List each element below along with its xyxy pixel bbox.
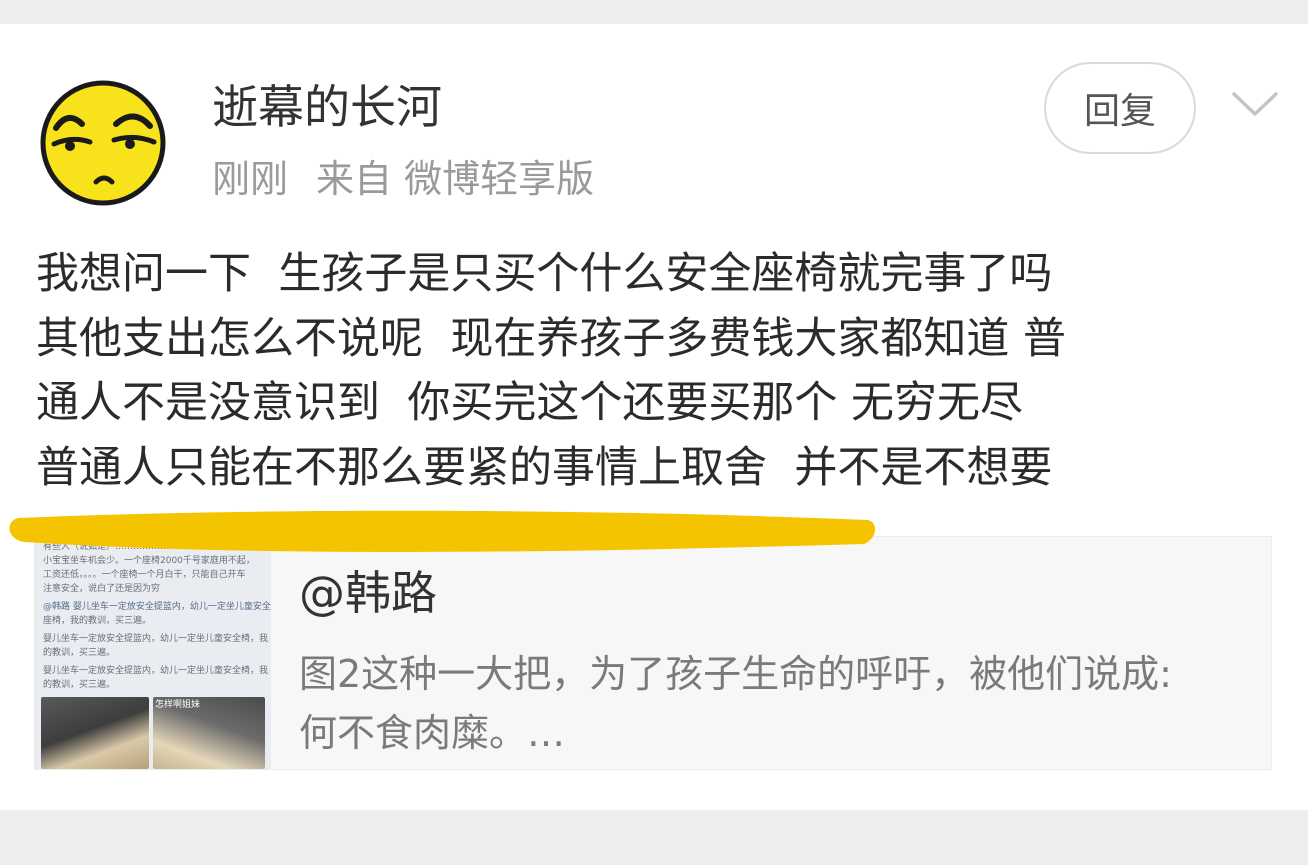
post-source: 来自 微博轻享版 (316, 157, 595, 201)
post-text-line: 普通人只能在不那么要紧的事情上取舍 并不是不想要 (36, 442, 1053, 493)
thumbnail-text: 注意安全，说白了还是因为穷 (43, 584, 161, 594)
post-time: 刚刚 (212, 157, 289, 201)
post-text: 我想问一下 生孩子是只买个什么安全座椅就完事了吗 其他支出怎么不说呢 现在养孩子… (36, 242, 1276, 500)
chevron-down-icon[interactable] (1230, 88, 1280, 118)
reply-button[interactable]: 回复 (1044, 62, 1196, 154)
highlight-underline-mark (9, 510, 876, 552)
avatar[interactable] (38, 78, 168, 208)
thumbnail-text: @韩路 婴儿坐车一定放安全提篮内，幼儿一定坐儿童安全 (43, 602, 271, 612)
thumbnail-text: 座椅，我的教训，买三遍。 (43, 616, 152, 626)
quoted-post-card[interactable]: 有些人（说如是）………………… 小宝宝坐车机会少。一个座椅2000千号家庭用不起… (34, 536, 1272, 770)
quoted-text-line: 何不食肉糜。… (299, 711, 566, 755)
thumbnail-text: 工资还低，。。。一个座椅一个月白干，只能自己开车 (43, 570, 246, 580)
thumbnail-text: 怎样啊姐妹 (155, 700, 201, 710)
thumbnail-text: 婴儿坐车一定放安全提篮内，幼儿一定坐儿童安全椅，我 (43, 634, 269, 644)
thumbnail-photo (41, 697, 149, 769)
post-text-line: 通人不是没意识到 你买完这个还要买那个 无穷无尽 (36, 378, 1024, 428)
post-text-line: 其他支出怎么不说呢 现在养孩子多费钱大家都知道 普 (36, 313, 1067, 364)
quoted-text-line: 图2这种一大把，为了孩子生命的呼吁，被他们说成: (299, 652, 1172, 696)
thumbnail-text: 婴儿坐车一定放安全提篮内，幼儿一定坐儿童安全椅，我 (43, 666, 269, 676)
post-meta: 刚刚 来自 微博轻享版 (212, 156, 594, 202)
thumbnail-text: 的教训，买三遍。 (43, 680, 116, 690)
quoted-post-text: 图2这种一大把，为了孩子生命的呼吁，被他们说成: 何不食肉糜。… (299, 645, 1259, 763)
username[interactable]: 逝幕的长河 (212, 79, 442, 135)
weibo-comment-card: 逝幕的长河 刚刚 来自 微博轻享版 回复 我想问一下 生孩子是只买个什么安全座椅就… (0, 24, 1308, 810)
post-text-line: 我想问一下 生孩子是只买个什么安全座椅就完事了吗 (36, 249, 1053, 299)
thumbnail-text: 的教训，买三遍。 (43, 648, 116, 658)
quoted-author[interactable]: @韩路 (299, 565, 437, 621)
quoted-post-thumbnail[interactable]: 有些人（说如是）………………… 小宝宝坐车机会少。一个座椅2000千号家庭用不起… (35, 537, 271, 769)
